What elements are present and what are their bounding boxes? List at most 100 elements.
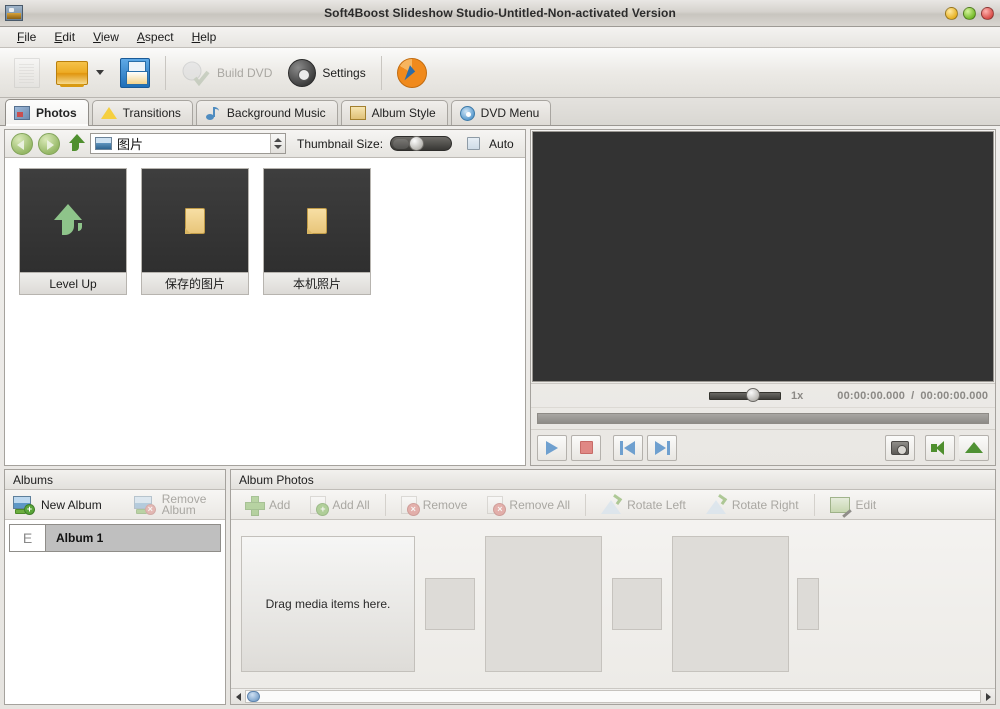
settings-button[interactable]: Settings [280, 52, 373, 94]
build-dvd-icon [181, 60, 211, 86]
file-browser-pane: 图片 Thumbnail Size: Auto Level Up 保存的图片 本… [4, 129, 526, 466]
open-folder-icon [56, 60, 88, 87]
eject-button[interactable] [959, 434, 989, 461]
albums-toolbar: + New Album × Remove Album [5, 490, 225, 520]
folder-tile-thumbnail [142, 169, 248, 272]
remove-album-button[interactable]: × Remove Album [126, 491, 215, 519]
tab-photos[interactable]: Photos [5, 99, 89, 126]
previous-button[interactable] [613, 434, 643, 461]
seek-bar[interactable] [537, 413, 989, 424]
chevron-down-icon[interactable] [96, 70, 104, 75]
transition-slot[interactable] [612, 578, 662, 630]
rotate-left-button[interactable]: Rotate Left [591, 491, 696, 519]
scroll-track[interactable] [245, 690, 981, 703]
menu-edit[interactable]: Edit [45, 28, 84, 46]
menu-bar: File Edit View Aspect Help [0, 27, 1000, 48]
new-album-icon: + [13, 495, 35, 515]
new-album-button[interactable]: + New Album [5, 491, 110, 519]
add-button[interactable]: Add [235, 491, 300, 519]
rotate-left-icon [601, 493, 623, 514]
edit-label: Edit [855, 497, 877, 512]
scroll-thumb[interactable] [247, 691, 260, 702]
folder-tile[interactable]: Level Up [19, 168, 127, 295]
playback-speed-slider[interactable] [709, 387, 781, 402]
playback-speed-handle[interactable] [746, 387, 760, 402]
photos-icon [14, 105, 30, 120]
scroll-left-arrow-icon[interactable] [231, 690, 245, 704]
tab-dvd-menu[interactable]: DVD Menu [450, 100, 552, 125]
scroll-right-arrow-icon[interactable] [981, 690, 995, 704]
albums-list[interactable]: E Album 1 [5, 520, 225, 704]
build-dvd-label: Build DVD [217, 65, 273, 80]
remove-all-button[interactable]: × Remove All [477, 491, 580, 519]
folder-tile-thumbnail [20, 169, 126, 272]
remove-album-label-line2: Album [161, 502, 196, 517]
menu-file-label: ile [24, 30, 37, 44]
transport-controls [531, 429, 995, 465]
list-item[interactable]: E Album 1 [9, 524, 221, 552]
back-arrow-icon[interactable] [11, 132, 33, 155]
stop-button[interactable] [571, 434, 601, 461]
forward-arrow-icon[interactable] [38, 132, 60, 155]
menu-aspect[interactable]: Aspect [128, 28, 183, 46]
edit-button[interactable]: Edit [820, 491, 887, 519]
folder-grid: Level Up 保存的图片 本机照片 [5, 158, 525, 465]
play-button[interactable] [537, 434, 567, 461]
transition-slot[interactable] [425, 578, 475, 630]
browser-navigation-bar: 图片 Thumbnail Size: Auto [5, 130, 525, 158]
menu-help[interactable]: Help [183, 28, 226, 46]
thumbnail-size-slider[interactable] [390, 136, 453, 151]
open-project-button[interactable] [48, 52, 112, 94]
rotate-right-label: Rotate Right [731, 497, 799, 512]
add-all-icon: + [310, 495, 330, 516]
slide-slot[interactable] [672, 536, 789, 672]
film-strip[interactable]: Drag media items here. [231, 520, 995, 688]
path-combobox[interactable]: 图片 [90, 133, 286, 154]
folder-tile[interactable]: 保存的图片 [141, 168, 249, 295]
remove-button[interactable]: × Remove [391, 491, 478, 519]
transition-slot[interactable] [797, 578, 819, 630]
albums-pane: Albums + New Album × Remove Album E Albu… [4, 469, 226, 705]
snapshot-button[interactable] [885, 434, 915, 461]
menu-view[interactable]: View [84, 28, 128, 46]
rotate-right-button[interactable]: Rotate Right [696, 491, 809, 519]
thumbnail-size-slider-handle[interactable] [409, 136, 425, 151]
slide-slot[interactable] [485, 536, 602, 672]
menu-aspect-label: spect [144, 30, 174, 44]
disc-icon [459, 105, 475, 121]
folder-tile-label: 本机照片 [264, 272, 370, 294]
new-project-button[interactable] [6, 52, 48, 94]
drop-zone[interactable]: Drag media items here. [241, 536, 415, 672]
album-name: Album 1 [56, 531, 104, 545]
activate-button[interactable] [389, 52, 435, 94]
album-photos-toolbar: Add + Add All × Remove × Remove All Rota… [231, 490, 995, 520]
volume-button[interactable] [925, 434, 955, 461]
add-label: Add [269, 497, 291, 512]
save-project-button[interactable] [112, 52, 158, 94]
drop-zone-hint: Drag media items here. [265, 597, 391, 611]
tab-background-music[interactable]: Background Music [195, 100, 338, 125]
auto-label: Auto [489, 136, 514, 151]
build-dvd-button[interactable]: Build DVD [173, 52, 280, 94]
tab-transitions-label: Transitions [122, 106, 181, 120]
add-all-button[interactable]: + Add All [300, 491, 379, 519]
level-up-icon[interactable] [65, 133, 85, 154]
tab-album-style[interactable]: Album Style [340, 100, 448, 125]
folder-tile-label: Level Up [20, 272, 126, 294]
tab-dvd-menu-label: DVD Menu [480, 106, 540, 120]
star-icon [100, 107, 117, 119]
new-document-icon [14, 57, 40, 88]
album-photos-header: Album Photos [231, 470, 995, 490]
tab-transitions[interactable]: Transitions [91, 100, 193, 125]
path-spinner[interactable] [270, 134, 285, 153]
menu-file[interactable]: File [8, 28, 45, 46]
folder-tile[interactable]: 本机照片 [263, 168, 371, 295]
seek-row [531, 407, 995, 429]
settings-label: Settings [322, 65, 366, 80]
auto-checkbox[interactable] [467, 137, 481, 150]
video-preview-surface[interactable] [532, 131, 994, 382]
total-time-label: 00:00:00.000 [920, 389, 989, 402]
film-strip-scrollbar[interactable] [231, 688, 995, 704]
next-button[interactable] [647, 434, 677, 461]
play-icon [546, 440, 558, 455]
